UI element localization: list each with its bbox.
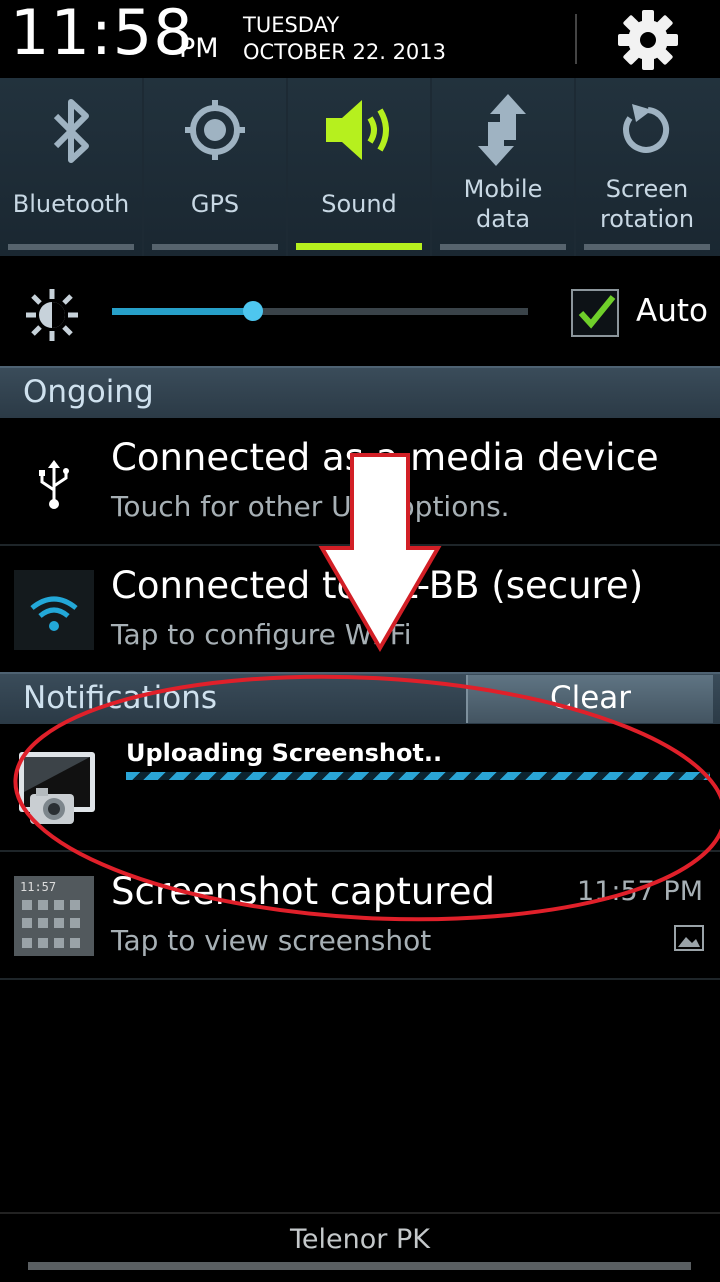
- carrier-bar: Telenor PK: [0, 1212, 720, 1282]
- annotation-overlay: [13, 453, 720, 922]
- carrier-label: Telenor PK: [290, 1224, 430, 1255]
- red-highlight-ellipse: [13, 674, 720, 922]
- down-arrow-annotation: [318, 453, 442, 652]
- panel-drag-handle[interactable]: [28, 1262, 691, 1270]
